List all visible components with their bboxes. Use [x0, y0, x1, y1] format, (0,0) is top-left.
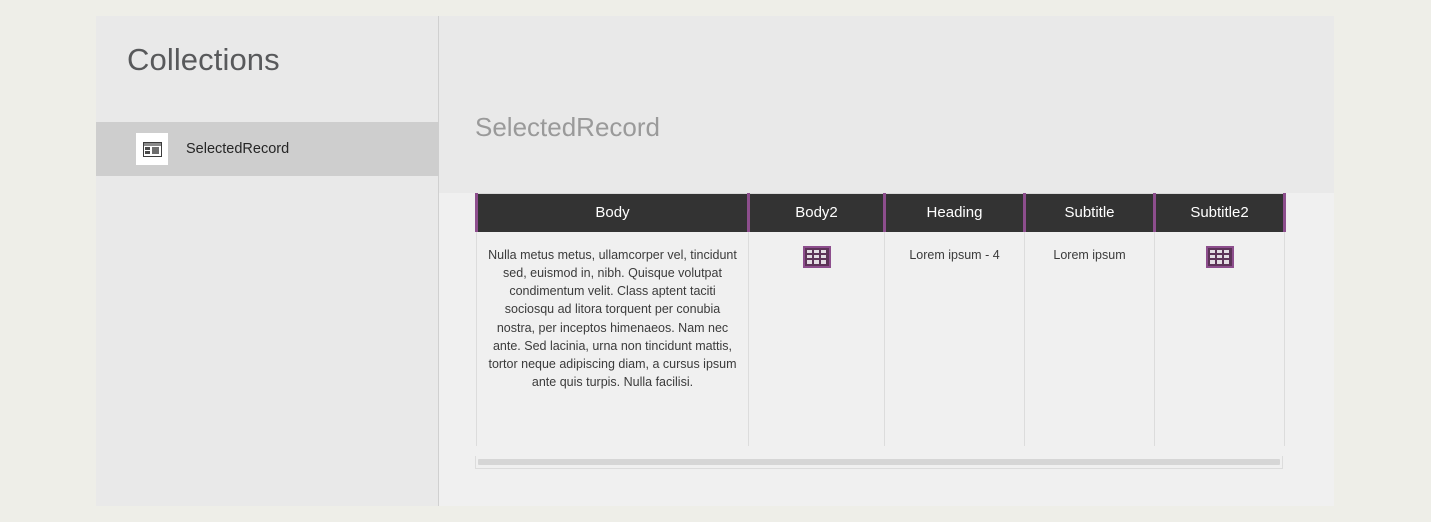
collection-table-container: Body Body2 Heading Subtitle Subtitle2 Nu…: [475, 193, 1286, 446]
app-window: Collections SelectedRecord SelectedRecor…: [96, 16, 1334, 506]
column-header-subtitle[interactable]: Subtitle: [1023, 193, 1156, 232]
collection-data-table: Body Body2 Heading Subtitle Subtitle2 Nu…: [475, 193, 1286, 446]
cell-body: Nulla metus metus, ullamcorper vel, tinc…: [476, 231, 749, 446]
cell-heading: Lorem ipsum - 4: [884, 231, 1025, 446]
cell-body-value: Nulla metus metus, ullamcorper vel, tinc…: [488, 247, 737, 390]
sidebar-item-selectedrecord[interactable]: SelectedRecord: [96, 122, 439, 176]
cell-body2: [748, 231, 885, 446]
table-row[interactable]: Nulla metus metus, ullamcorper vel, tinc…: [476, 231, 1285, 446]
table-horizontal-scrollbar[interactable]: [475, 456, 1283, 469]
cell-subtitle-value: Lorem ipsum: [1053, 247, 1126, 262]
cell-heading-value: Lorem ipsum - 4: [909, 247, 1000, 262]
table-record-icon[interactable]: [1205, 245, 1234, 268]
table-record-icon[interactable]: [802, 245, 831, 268]
sidebar-title: Collections: [127, 42, 280, 77]
column-header-subtitle2[interactable]: Subtitle2: [1153, 193, 1286, 232]
record-card-icon: [136, 133, 168, 165]
sidebar-item-label: SelectedRecord: [186, 141, 290, 157]
column-header-body[interactable]: Body: [475, 193, 750, 232]
main-content-pane: SelectedRecord Body Body2 Heading Subtit…: [439, 16, 1334, 506]
table-header-row: Body Body2 Heading Subtitle Subtitle2: [475, 193, 1286, 232]
scrollbar-thumb[interactable]: [478, 459, 1280, 465]
cell-subtitle2: [1154, 231, 1285, 446]
cell-subtitle: Lorem ipsum: [1024, 231, 1155, 446]
page-title: SelectedRecord: [475, 112, 660, 142]
column-header-body2[interactable]: Body2: [747, 193, 886, 232]
collections-sidebar: Collections SelectedRecord: [96, 16, 439, 506]
column-header-heading[interactable]: Heading: [883, 193, 1026, 232]
